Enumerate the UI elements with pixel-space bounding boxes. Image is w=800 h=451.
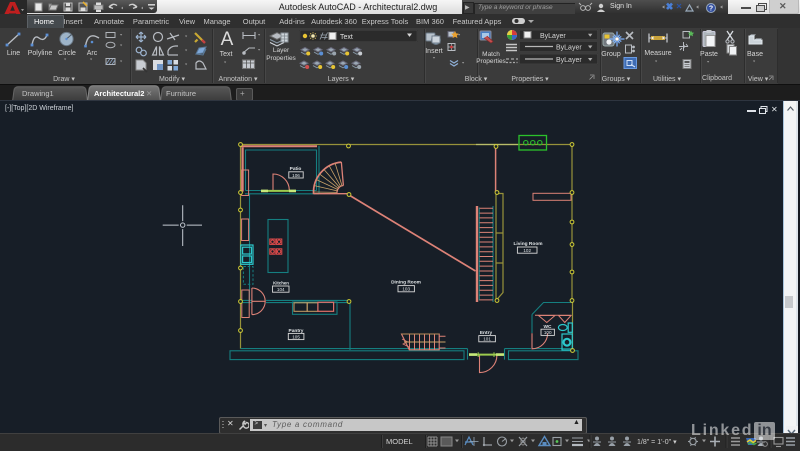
svg-text:106: 106 (292, 173, 300, 178)
svg-text:102: 102 (523, 248, 531, 253)
svg-text:100: 100 (544, 330, 552, 335)
svg-text:Patio: Patio (290, 166, 302, 172)
svg-text:103: 103 (402, 287, 410, 292)
svg-text:104: 104 (277, 287, 285, 292)
svg-text:Entry: Entry (480, 330, 493, 336)
svg-text:Pantry: Pantry (289, 328, 304, 334)
svg-text:Living Room: Living Room (513, 241, 542, 247)
svg-text:105: 105 (292, 334, 300, 339)
svg-text:Dining Room: Dining Room (391, 280, 421, 286)
svg-text:Kitchen: Kitchen (273, 281, 289, 286)
svg-text:101: 101 (483, 337, 491, 342)
